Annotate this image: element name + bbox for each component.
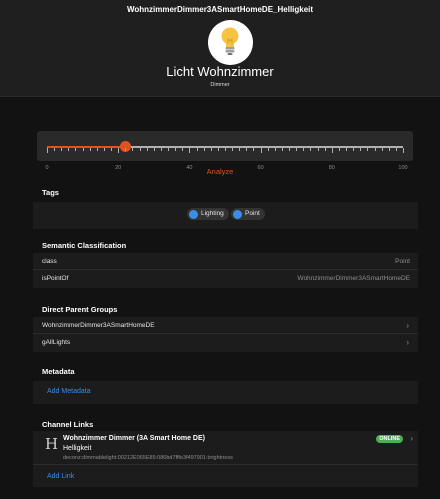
group-name: WohnzimmerDimmer3ASmartHomeDE <box>42 322 155 329</box>
slider-tick <box>246 148 248 151</box>
slider-tick <box>96 148 98 151</box>
slider-tick <box>217 148 219 151</box>
slider-tick <box>225 148 226 151</box>
channel-name: Helligkeit <box>63 445 92 452</box>
slider-tick <box>82 148 84 151</box>
tag-chip-lighting[interactable]: Lighting <box>187 208 229 220</box>
group-row[interactable]: WohnzimmerDimmer3ASmartHomeDE › <box>33 317 418 334</box>
slider-tick <box>360 148 362 151</box>
slider-tick <box>374 148 376 151</box>
slider-tick <box>75 148 77 151</box>
slider-tick <box>346 148 348 151</box>
channel-icon-letter: H <box>45 435 59 453</box>
group-name: gAllLights <box>42 339 71 346</box>
slider-tick <box>61 148 63 151</box>
dimmer-slider[interactable]: 0 20 40 60 80 100 <box>45 141 408 171</box>
slider-tick <box>54 148 56 151</box>
metadata-title: Metadata <box>42 367 75 376</box>
semantic-block: class Point isPointOf WohnzimmerDimmer3A… <box>33 253 418 288</box>
tag-label: Point <box>245 210 260 217</box>
slider-tick <box>111 148 113 151</box>
slider-tick <box>146 148 148 151</box>
slider-tick <box>267 148 269 151</box>
slider-tick <box>196 148 198 151</box>
tag-icon <box>189 209 198 219</box>
tags-block: Lighting Point <box>33 202 418 229</box>
semantic-value: Point <box>395 258 410 265</box>
slider-tick <box>310 148 312 151</box>
chevron-right-icon: › <box>406 321 409 330</box>
slider-tick <box>367 148 369 151</box>
slider-tick <box>175 148 177 151</box>
chevron-right-icon: › <box>406 338 409 347</box>
slider-tick <box>68 148 70 151</box>
slider-tick <box>253 148 255 151</box>
slider-tick <box>160 148 162 151</box>
slider-tick <box>125 148 127 151</box>
semantic-key: isPointOf <box>42 275 69 282</box>
slider-tick <box>274 148 276 151</box>
slider-tick <box>281 148 283 151</box>
slider-tick <box>47 148 48 153</box>
slider-tick <box>296 148 298 151</box>
slider-tick <box>324 148 326 151</box>
slider-tick <box>388 148 390 151</box>
slider-tick <box>89 148 91 151</box>
slider-tick <box>132 148 134 151</box>
slider-fill <box>47 146 126 148</box>
slider-tick <box>239 148 241 151</box>
item-type: Dimmer <box>210 82 230 88</box>
add-link-link[interactable]: Add Link <box>47 473 74 480</box>
semantic-value: WohnzimmerDimmer3ASmartHomeDE <box>297 275 410 282</box>
slider-tick <box>139 148 141 151</box>
item-header: WohnzimmerDimmer3ASmartHomeDE_Helligkeit… <box>0 0 440 97</box>
slider-tick <box>289 148 291 151</box>
slider-tick <box>203 148 205 151</box>
chevron-right-icon: › <box>410 434 413 443</box>
add-metadata-link[interactable]: Add Metadata <box>47 388 91 395</box>
slider-tick <box>153 148 155 151</box>
slider-tick <box>303 148 305 151</box>
slider-tick <box>338 148 340 151</box>
groups-block: WohnzimmerDimmer3ASmartHomeDE › gAllLigh… <box>33 317 418 352</box>
semantic-title: Semantic Classification <box>42 241 127 250</box>
slider-tick <box>395 148 397 151</box>
slider-tick <box>182 148 184 151</box>
slider-tick <box>103 148 105 151</box>
slider-tick <box>317 148 319 151</box>
tag-chip-point[interactable]: Point <box>231 208 265 220</box>
item-icon-circle <box>208 20 253 65</box>
status-badge: ONLINE <box>376 435 403 443</box>
tags-title: Tags <box>42 188 59 197</box>
slider-tick <box>232 148 234 151</box>
group-row[interactable]: gAllLights › <box>33 334 418 351</box>
slider-tick <box>331 148 333 153</box>
slider-tick <box>168 148 170 151</box>
semantic-key: class <box>42 258 57 265</box>
tag-label: Lighting <box>201 210 224 217</box>
slider-tick <box>210 148 212 151</box>
analyze-button[interactable]: Analyze <box>0 167 440 176</box>
channel-thing-label: Wohnzimmer Dimmer (3A Smart Home DE) <box>63 435 205 442</box>
semantic-row-class: class Point <box>33 253 418 270</box>
lightbulb-icon <box>221 27 239 55</box>
channel-uid: deconz:dimmablelight:00212E065E85:086bd7… <box>63 455 233 461</box>
slider-tick <box>189 148 191 153</box>
slider-tick <box>381 148 383 151</box>
item-name-title: WohnzimmerDimmer3ASmartHomeDE_Helligkeit <box>126 5 314 14</box>
slider-tick <box>403 148 404 153</box>
channels-block: H Wohnzimmer Dimmer (3A Smart Home DE) H… <box>33 431 418 487</box>
metadata-block: Add Metadata <box>33 381 418 404</box>
channel-link-row[interactable]: H Wohnzimmer Dimmer (3A Smart Home DE) H… <box>33 431 418 465</box>
groups-title: Direct Parent Groups <box>42 305 118 314</box>
channels-title: Channel Links <box>42 420 94 429</box>
dimmer-slider-card: 0 20 40 60 80 100 <box>37 131 413 171</box>
item-label: Licht Wohnzimmer <box>166 64 274 79</box>
slider-tick <box>353 148 355 151</box>
tag-icon <box>233 209 242 219</box>
semantic-row-ispointof: isPointOf WohnzimmerDimmer3ASmartHomeDE <box>33 270 418 287</box>
slider-tick <box>260 148 262 153</box>
slider-tick <box>118 148 120 153</box>
